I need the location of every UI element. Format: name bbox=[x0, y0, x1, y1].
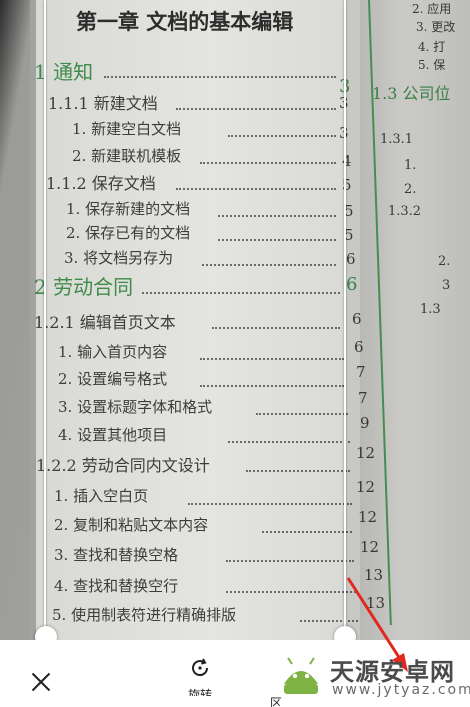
toc-item: 3. 设置标题字体和格式 bbox=[58, 398, 213, 416]
toc-leader-dots bbox=[262, 531, 352, 533]
toc-leader-dots bbox=[176, 108, 336, 110]
toc-item: 1. 新建空白文档 bbox=[72, 120, 182, 138]
toc-item: 2. 复制和粘贴文本内容 bbox=[54, 516, 209, 534]
toc-item: 2. 设置编号格式 bbox=[58, 370, 168, 388]
toc-leader-dots bbox=[200, 385, 344, 387]
watermark: 天源安卓网 www.jytyaz.com bbox=[272, 648, 470, 703]
toc-leader-dots bbox=[246, 470, 350, 472]
rotate-label: 旋转 bbox=[187, 688, 212, 696]
toc-leader-dots bbox=[188, 503, 352, 505]
toc-item: 4. 查找和替换空行 bbox=[54, 577, 179, 595]
toc-leader-dots bbox=[142, 292, 340, 294]
toc-item: 1. 插入空白页 bbox=[54, 487, 149, 505]
rotate-icon bbox=[192, 658, 209, 677]
toc-subsection: 1.1.1 新建文档 bbox=[48, 94, 158, 113]
toc-leader-dots bbox=[176, 188, 336, 190]
watermark-url: www.jytyaz.com bbox=[332, 682, 470, 698]
crop-mask-left bbox=[0, 0, 36, 640]
toc-leader-dots bbox=[200, 162, 336, 164]
toc-item: 1. 保存新建的文档 bbox=[66, 200, 191, 218]
crop-edge-right[interactable] bbox=[344, 0, 346, 636]
crop-edge-left[interactable] bbox=[44, 0, 46, 636]
document-photo: 第一章 文档的基本编辑 1 通知 3 1.1.1 新建文档 3 1. 新建空白文… bbox=[0, 0, 470, 640]
toc-leader-dots bbox=[212, 327, 340, 329]
toc-item: 3. 查找和替换空格 bbox=[54, 546, 179, 564]
toc-leader-dots bbox=[104, 76, 336, 78]
toc-item: 2. 新建联机模板 bbox=[72, 147, 182, 165]
toc-section-heading: 2 劳动合同 bbox=[34, 275, 134, 299]
chapter-title: 第一章 文档的基本编辑 bbox=[76, 9, 294, 34]
toc-section-heading: 1 通知 bbox=[34, 60, 94, 84]
toc-leader-dots bbox=[256, 413, 348, 415]
toc-subsection: 1.2.2 劳动合同内文设计 bbox=[36, 456, 210, 475]
toc-leader-dots bbox=[202, 264, 336, 266]
toc-leader-dots bbox=[228, 135, 336, 137]
toc-item: 2. 保存已有的文档 bbox=[66, 224, 191, 242]
toc-leader-dots bbox=[228, 441, 350, 443]
toc-leader-dots bbox=[226, 560, 354, 562]
toc-leader-dots bbox=[200, 358, 344, 360]
crop-mask-right bbox=[345, 0, 470, 640]
android-logo-icon bbox=[284, 657, 318, 694]
toc-item: 5. 使用制表符进行精确排版 bbox=[52, 606, 237, 624]
toc-subsection: 1.2.1 编辑首页文本 bbox=[34, 313, 176, 332]
toc-item: 3. 将文档另存为 bbox=[64, 249, 174, 267]
rotate-button[interactable]: 旋转 bbox=[180, 656, 220, 707]
toc-leader-dots bbox=[218, 239, 336, 241]
toc-subsection: 1.1.2 保存文档 bbox=[46, 174, 156, 193]
close-icon[interactable] bbox=[26, 668, 56, 698]
toc-item: 1. 输入首页内容 bbox=[58, 343, 168, 361]
toc-leader-dots bbox=[226, 591, 356, 593]
toc-leader-dots bbox=[218, 215, 336, 217]
toc-item: 4. 设置其他项目 bbox=[58, 426, 168, 444]
